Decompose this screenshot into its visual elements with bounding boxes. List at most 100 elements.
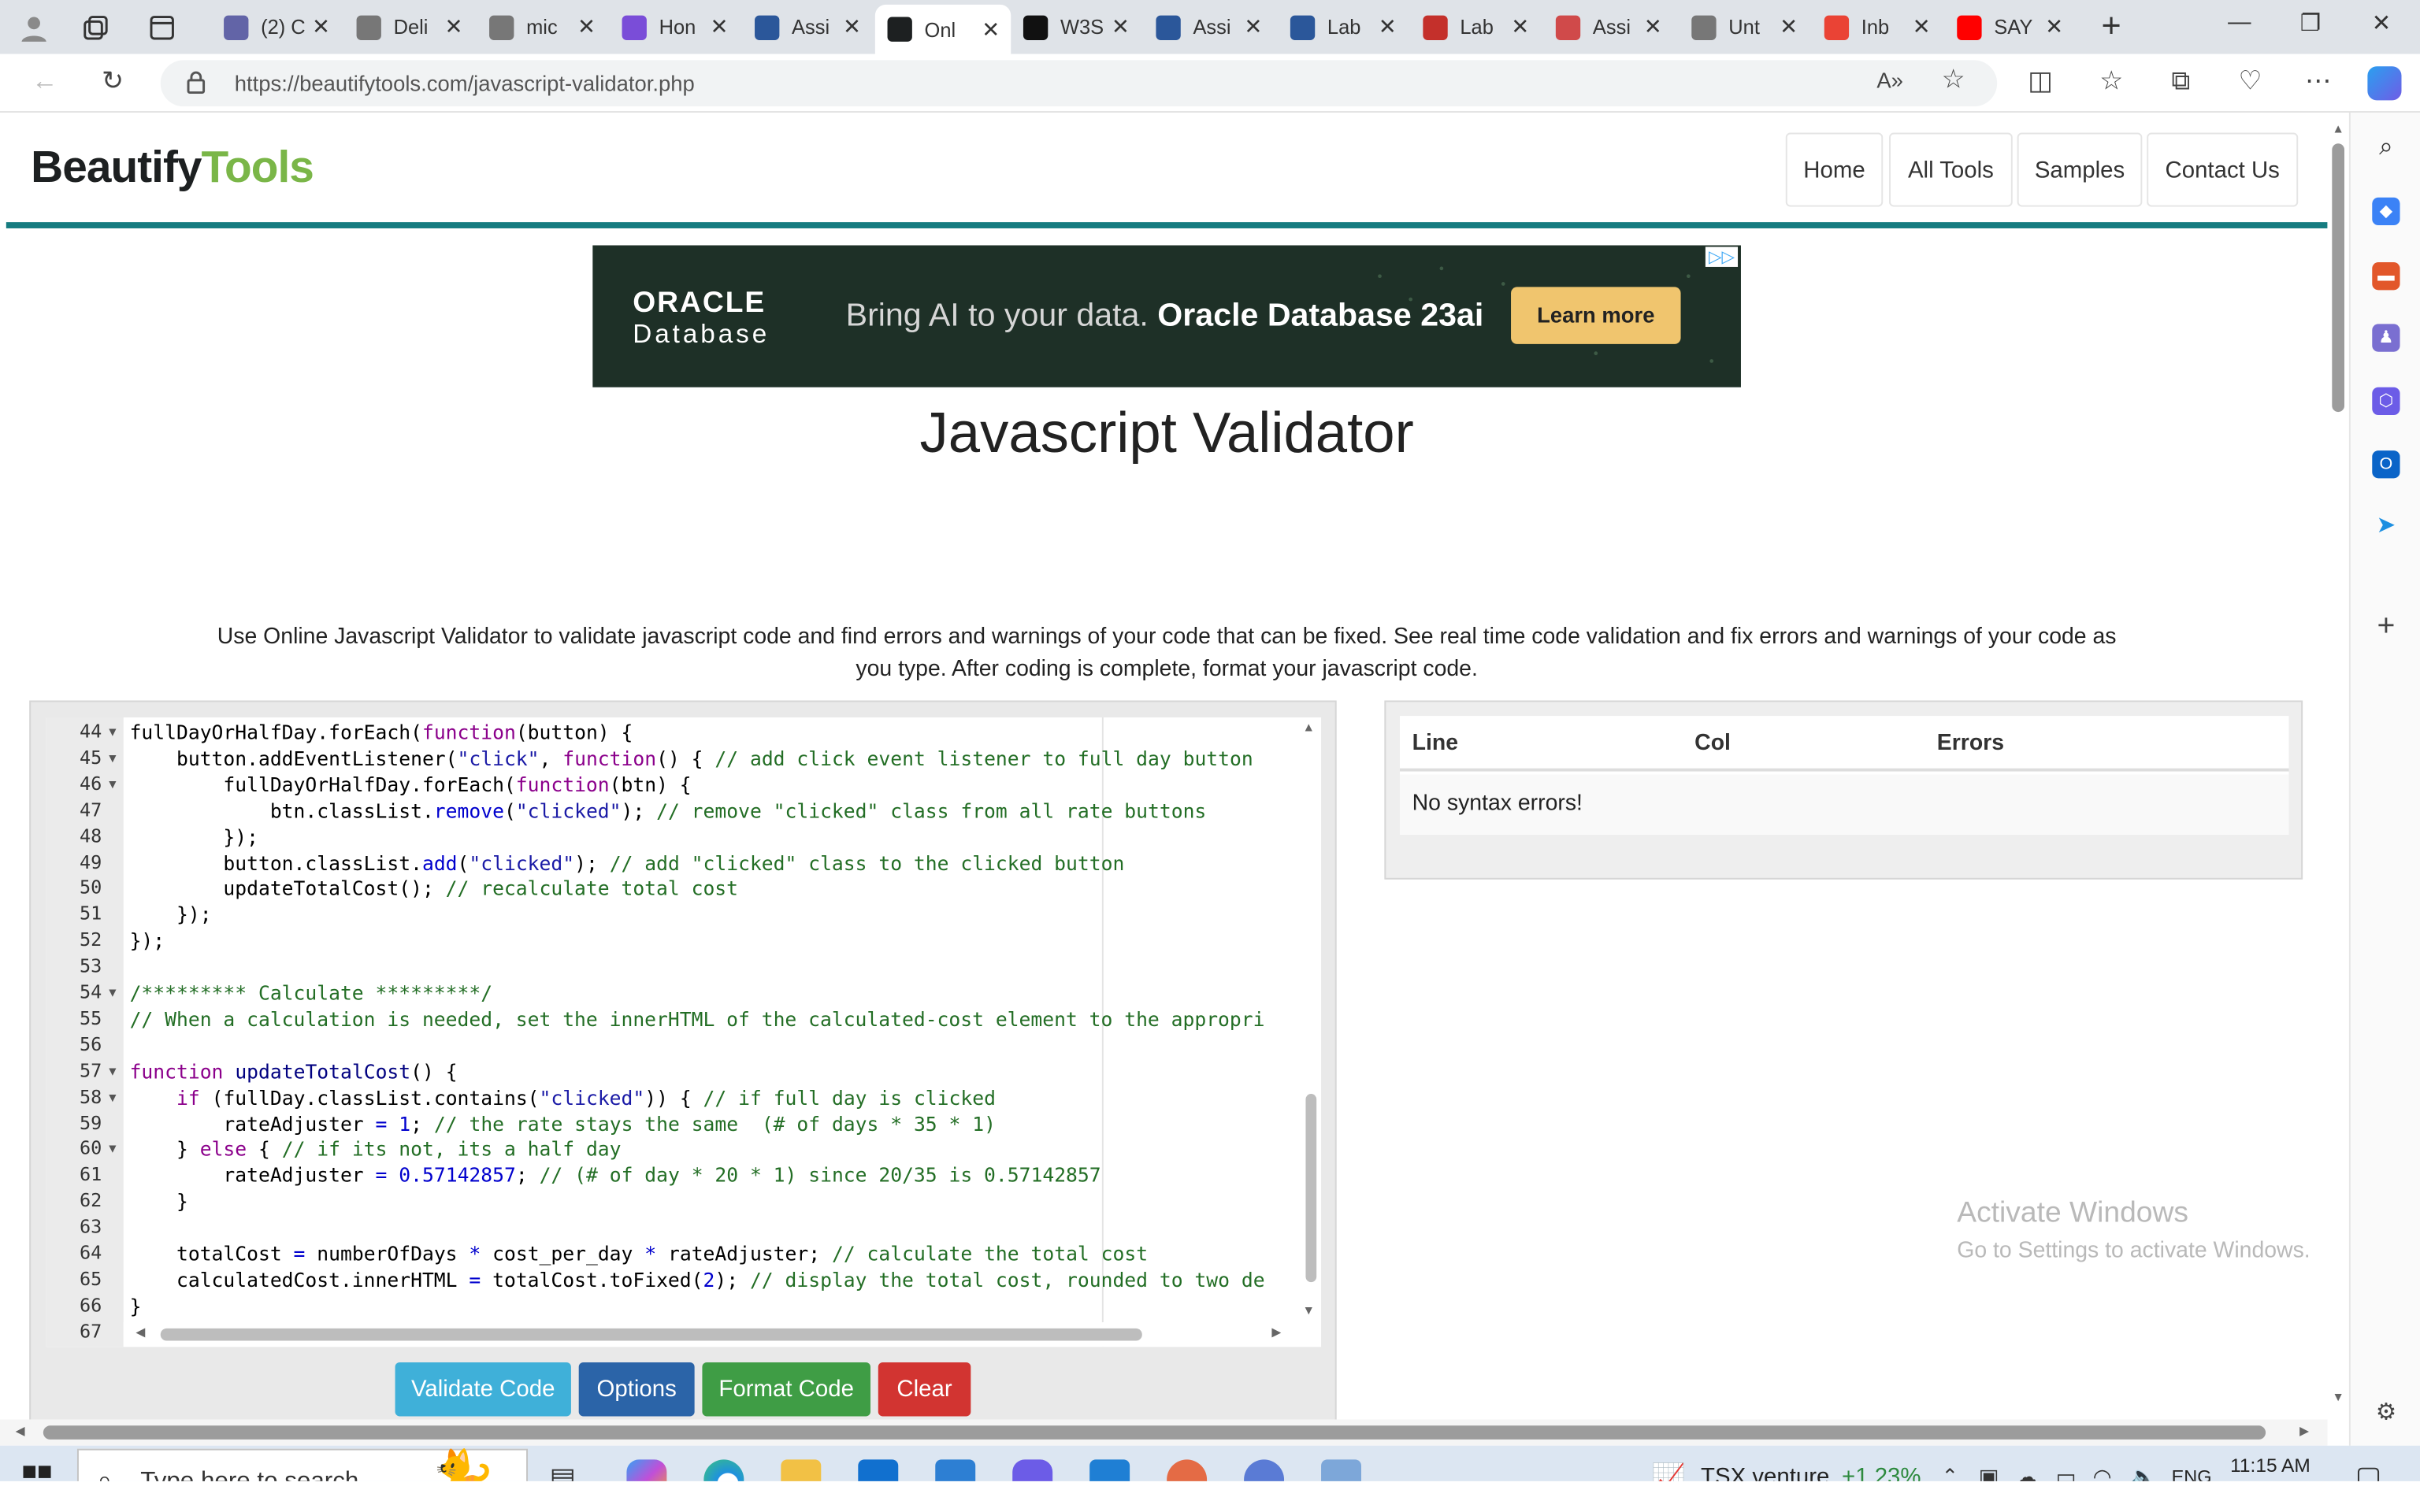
site-logo[interactable]: BeautifyTools [31, 143, 314, 195]
lock-icon[interactable] [185, 69, 206, 102]
code-line[interactable]: } else { // if its not, its a half day [130, 1138, 622, 1161]
sidebar-games-icon[interactable]: ♟ [2372, 324, 2400, 352]
page-horizontal-scrollbar[interactable]: ◀ ▶ [0, 1419, 2328, 1446]
browser-tab[interactable]: Lab ✕ [1411, 6, 1541, 48]
code-line[interactable]: rateAdjuster = 1; // the rate stays the … [130, 1112, 996, 1135]
close-tab-icon[interactable]: ✕ [980, 17, 1001, 43]
close-tab-icon[interactable]: ✕ [443, 14, 464, 40]
restore-icon[interactable]: ❐ [2295, 9, 2325, 37]
sidebar-add-icon[interactable]: + [2372, 611, 2400, 642]
browser-tab[interactable]: Lab ✕ [1278, 6, 1408, 48]
close-tab-icon[interactable]: ✕ [576, 14, 597, 40]
wifi-icon[interactable]: ◠ [2093, 1464, 2112, 1481]
close-tab-icon[interactable]: ✕ [1110, 14, 1131, 40]
browser-tab[interactable]: Assi ✕ [742, 6, 872, 48]
code-line[interactable]: rateAdjuster = 0.57142857; // (# of day … [130, 1164, 1101, 1187]
code-line[interactable]: updateTotalCost(); // recalculate total … [130, 877, 738, 900]
page-scroll-down-icon[interactable]: ▼ [2332, 1390, 2344, 1404]
page-horizontal-scroll-thumb[interactable] [43, 1425, 2266, 1440]
address-bar[interactable]: https://beautifytools.com/javascript-val… [160, 60, 1998, 107]
sidebar-shopping-icon[interactable]: ◆ [2372, 197, 2400, 226]
refresh-icon[interactable]: ↻ [95, 66, 129, 97]
validate-code-button[interactable]: Validate Code [395, 1362, 571, 1417]
page-vertical-scroll-thumb[interactable] [2332, 143, 2345, 413]
code-line[interactable]: button.classList.add("clicked"); // add … [130, 850, 1125, 873]
fold-toggle-icon[interactable]: ▼ [106, 1064, 119, 1078]
editor-vertical-scrollbar[interactable]: ▲ ▼ [1299, 717, 1322, 1323]
browser-tab[interactable]: Unt ✕ [1680, 6, 1809, 48]
profile-icon[interactable] [19, 13, 50, 43]
split-screen-icon[interactable]: ◫ [2023, 66, 2057, 97]
close-tab-icon[interactable]: ✕ [2043, 14, 2065, 40]
sidebar-settings-icon[interactable]: ⚙ [2372, 1399, 2400, 1427]
sidebar-send-icon[interactable]: ➤ [2372, 512, 2400, 539]
code-line[interactable]: calculatedCost.innerHTML = totalCost.toF… [130, 1268, 1265, 1291]
code-line[interactable]: btn.classList.remove("clicked"); // remo… [130, 799, 1207, 821]
tab-actions-icon[interactable] [147, 13, 177, 43]
task-view-icon[interactable]: ▤ [549, 1462, 575, 1481]
options-button[interactable]: Options [578, 1362, 695, 1417]
editor-horizontal-scroll-thumb[interactable] [160, 1328, 1142, 1341]
tray-overflow-icon[interactable]: ⌃ [1942, 1464, 1958, 1481]
browser-tab[interactable]: W3S ✕ [1011, 6, 1141, 48]
fold-toggle-icon[interactable]: ▼ [106, 1090, 119, 1104]
volume-icon[interactable]: 🔈 [2130, 1464, 2157, 1481]
code-line[interactable]: }); [130, 825, 258, 847]
browser-tab[interactable]: mic ✕ [477, 6, 607, 48]
taskbar-clock[interactable]: 11:15 AM 2024-08-08 [2216, 1452, 2324, 1481]
close-tab-icon[interactable]: ✕ [708, 14, 729, 40]
sidebar-copilot-icon[interactable]: ⬡ [2372, 387, 2400, 416]
battery-icon[interactable]: ▭ [2056, 1464, 2077, 1481]
code-line[interactable]: fullDayOrHalfDay.forEach(function(btn) { [130, 773, 691, 795]
fold-toggle-icon[interactable]: ▼ [106, 986, 119, 1000]
scroll-right-icon[interactable]: ▶ [1271, 1325, 1281, 1340]
close-tab-icon[interactable]: ✕ [841, 14, 863, 40]
browser-tab[interactable]: Deli ✕ [344, 6, 474, 48]
stock-widget[interactable]: TSX venture +1.23% [1701, 1464, 1921, 1481]
close-tab-icon[interactable]: ✕ [1642, 14, 1664, 40]
page-scroll-right-icon[interactable]: ▶ [2299, 1424, 2309, 1438]
code-line[interactable]: /********* Calculate *********/ [130, 981, 493, 1004]
favorites-icon[interactable]: ☆ [2095, 66, 2129, 97]
nav-contact-link[interactable]: Contact Us [2147, 132, 2299, 207]
close-window-icon[interactable]: ✕ [2366, 9, 2396, 37]
close-tab-icon[interactable]: ✕ [1778, 14, 1799, 40]
app-icon[interactable] [1244, 1459, 1285, 1481]
browser-tab[interactable]: Assi ✕ [1543, 6, 1673, 48]
file-explorer-icon[interactable] [781, 1459, 822, 1481]
taskbar-search-box[interactable]: ⌕ Type here to search 🐈 [76, 1448, 529, 1481]
code-line[interactable]: fullDayOrHalfDay.forEach(function(button… [130, 721, 633, 743]
store-app-icon[interactable] [858, 1459, 899, 1481]
code-line[interactable]: if (fullDay.classList.contains("clicked"… [130, 1085, 996, 1108]
code-line[interactable]: // When a calculation is needed, set the… [130, 1007, 1265, 1030]
collections-icon[interactable]: ⧉ [2164, 66, 2198, 97]
language-indicator[interactable]: ENG [2172, 1466, 2212, 1481]
close-tab-icon[interactable]: ✕ [310, 14, 332, 40]
sidebar-search-icon[interactable]: ⌕ [2372, 134, 2400, 161]
notepad-app-icon[interactable] [1321, 1459, 1362, 1481]
code-line[interactable]: }); [130, 903, 212, 926]
code-line[interactable]: button.addEventListener("click", functio… [130, 747, 1253, 769]
snipping-tool-icon[interactable] [1167, 1459, 1208, 1481]
code-editor[interactable]: 44 ▼ 45 ▼ 46 ▼ 47 48 49 50 51 52 53 54 ▼ 55 56 57 ▼ 58 ▼ 59 60… [46, 717, 1322, 1347]
more-menu-icon[interactable]: ⋯ [2301, 66, 2335, 97]
new-tab-icon[interactable]: + [2096, 9, 2127, 43]
nav-samples-link[interactable]: Samples [2017, 132, 2143, 207]
browser-tab[interactable]: (2) C ✕ [211, 6, 341, 48]
copilot-app-icon[interactable] [626, 1459, 667, 1481]
scroll-up-icon[interactable]: ▲ [1303, 721, 1316, 735]
sidebar-outlook-icon[interactable]: O [2372, 450, 2400, 479]
edge-app-icon[interactable] [703, 1459, 744, 1481]
minimize-icon[interactable]: — [2224, 9, 2255, 35]
vscode-app-icon[interactable] [1089, 1459, 1130, 1481]
nav-home-link[interactable]: Home [1785, 132, 1884, 207]
workspaces-icon[interactable] [80, 13, 111, 43]
code-line[interactable]: } [130, 1294, 142, 1317]
close-tab-icon[interactable]: ✕ [1377, 14, 1398, 40]
page-scroll-left-icon[interactable]: ◀ [16, 1424, 25, 1438]
notification-center-icon[interactable]: ▢ [2355, 1461, 2381, 1480]
browser-tab[interactable]: Assi ✕ [1144, 6, 1274, 48]
favorite-star-icon[interactable]: ☆ [1942, 65, 1965, 95]
code-line[interactable]: totalCost = numberOfDays * cost_per_day … [130, 1242, 1148, 1265]
format-code-button[interactable]: Format Code [702, 1362, 870, 1417]
